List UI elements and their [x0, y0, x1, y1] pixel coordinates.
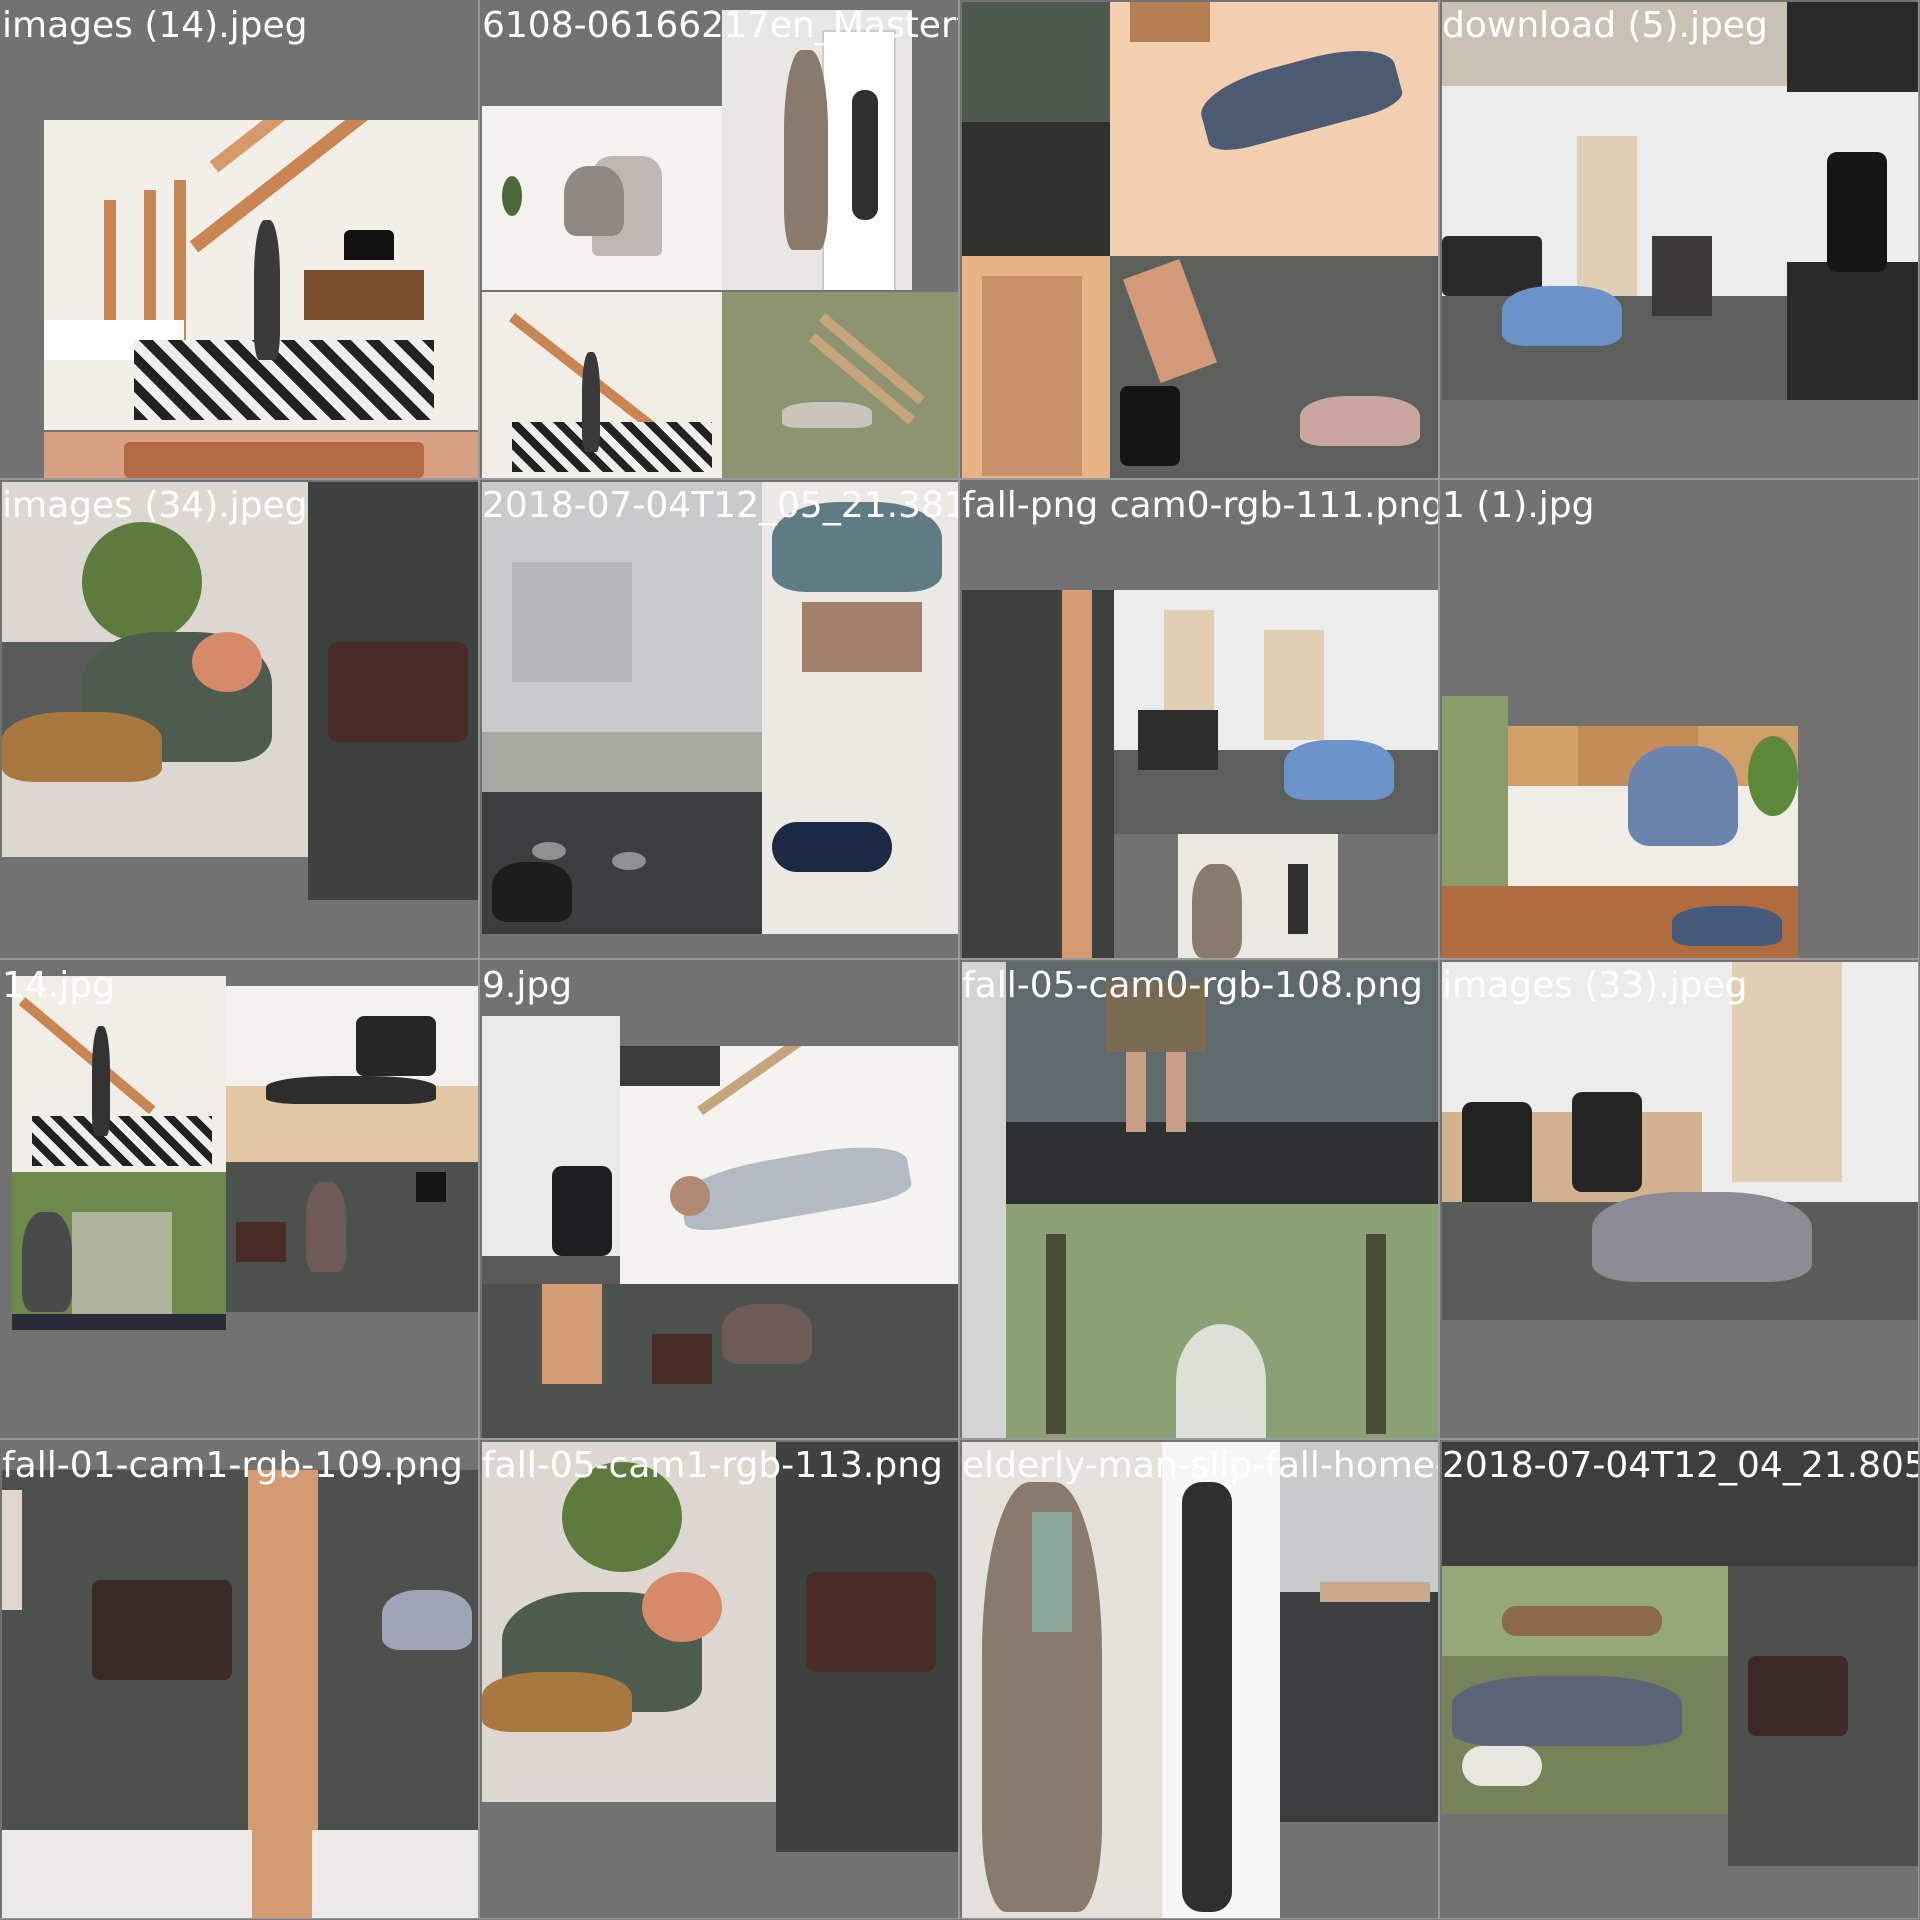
photo-office-fall-topview [226, 1162, 478, 1312]
photo-office-fall [1442, 962, 1918, 1320]
photo-office-fall-topview [1110, 256, 1438, 478]
photo-park-small [1442, 696, 1508, 886]
mosaic-tile[interactable]: fall-05-cam1-rgb-113.png [479, 1439, 959, 1919]
photo-strip-bottom [44, 432, 478, 478]
photo-office-side [1787, 2, 1918, 400]
photo-office-topview [1728, 1566, 1918, 1866]
photo-legs-beach [1006, 962, 1438, 1204]
mosaic-tile[interactable]: elderly-man-slip-fall-home-accident-old [959, 1439, 1439, 1919]
tile-filename-label: 9.jpg [482, 965, 573, 1006]
photo-bottom-strip [2, 1830, 478, 1918]
mosaic-tile[interactable]: download (5).jpeg [1439, 0, 1919, 479]
mosaic-tile[interactable]: fall-png cam0-rgb-111.png [959, 479, 1439, 959]
photo-man-fallen-ladder [620, 1046, 958, 1284]
photo-man-armchair [482, 106, 722, 290]
mosaic-tile[interactable]: 9.jpg [479, 959, 959, 1439]
photo-elderly-lying-grass [1442, 1566, 1728, 1814]
photo-office-topview-strip [962, 590, 1114, 958]
mosaic-tile[interactable]: images (34).jpeg [0, 479, 479, 959]
photo-man-lying-office [226, 986, 478, 1162]
mosaic-tile[interactable]: 14.jpg [0, 959, 479, 1439]
photo-man-reading-couch [1508, 726, 1798, 886]
photo-stairs-small [482, 292, 722, 478]
photo-man-crawling-office [1114, 590, 1438, 834]
photo-top-strip [1442, 1442, 1918, 1566]
photo-wood-cabinet [962, 256, 1110, 478]
photo-man-crawling-office [1442, 86, 1787, 400]
image-mosaic-grid: images (14).jpeg 6108-06166217en_Masterf… [0, 0, 1920, 1920]
photo-water [962, 2, 1110, 256]
mosaic-tile[interactable]: images (14).jpeg [0, 0, 479, 479]
tile-filename-label: fall-png cam0-rgb-111.png [962, 485, 1438, 526]
photo-fall-ladder-grass [722, 292, 958, 478]
photo-woman-door-small [1178, 834, 1338, 958]
photo-side-strip [962, 962, 1006, 1438]
photo-elderly-fallen [482, 1442, 776, 1802]
mosaic-tile[interactable]: fall-05-cam0-rgb-108.png [959, 959, 1439, 1439]
photo-elderly-fallen [2, 482, 308, 857]
photo-room-strip [1442, 886, 1798, 958]
mosaic-tile[interactable] [959, 0, 1439, 479]
mosaic-tile[interactable]: images (33).jpeg [1439, 959, 1919, 1439]
photo-man-park-bench [12, 1172, 226, 1330]
mosaic-tile[interactable]: 6108-06166217en_Masterfile3024.jpg [479, 0, 959, 479]
mosaic-tile[interactable]: 2018-07-04T12_05_21.381650-07 [479, 479, 959, 959]
photo-lobby-benches [482, 482, 762, 934]
photo-chair-topview [308, 482, 478, 900]
photo-office-fall-topview [482, 1284, 958, 1438]
mosaic-tile[interactable]: 2018-07-04T12_04_21.8058 [1439, 1439, 1919, 1919]
photo-chair-topview [776, 1442, 958, 1852]
tile-filename-label: images (14).jpeg [2, 5, 308, 46]
mosaic-tile[interactable]: 1 (1).jpg [1439, 479, 1919, 959]
mosaic-tile[interactable]: fall-01-cam1-rgb-109.png [0, 1439, 479, 1919]
tile-filename-label: 1 (1).jpg [1442, 485, 1595, 526]
photo-stairs-man [12, 976, 226, 1172]
photo-office-topview-lying [2, 1470, 478, 1830]
photo-tree-alley [1006, 1204, 1438, 1438]
photo-living-room-stairs [44, 120, 478, 430]
photo-woman-at-door [722, 10, 912, 290]
photo-floor-strip [1442, 2, 1787, 86]
photo-fallen-slipper [762, 482, 958, 934]
photo-woman-through-door [962, 1442, 1280, 1918]
photo-lobby-bench [1280, 1442, 1438, 1822]
photo-woman-fallen-floor [1110, 2, 1438, 256]
